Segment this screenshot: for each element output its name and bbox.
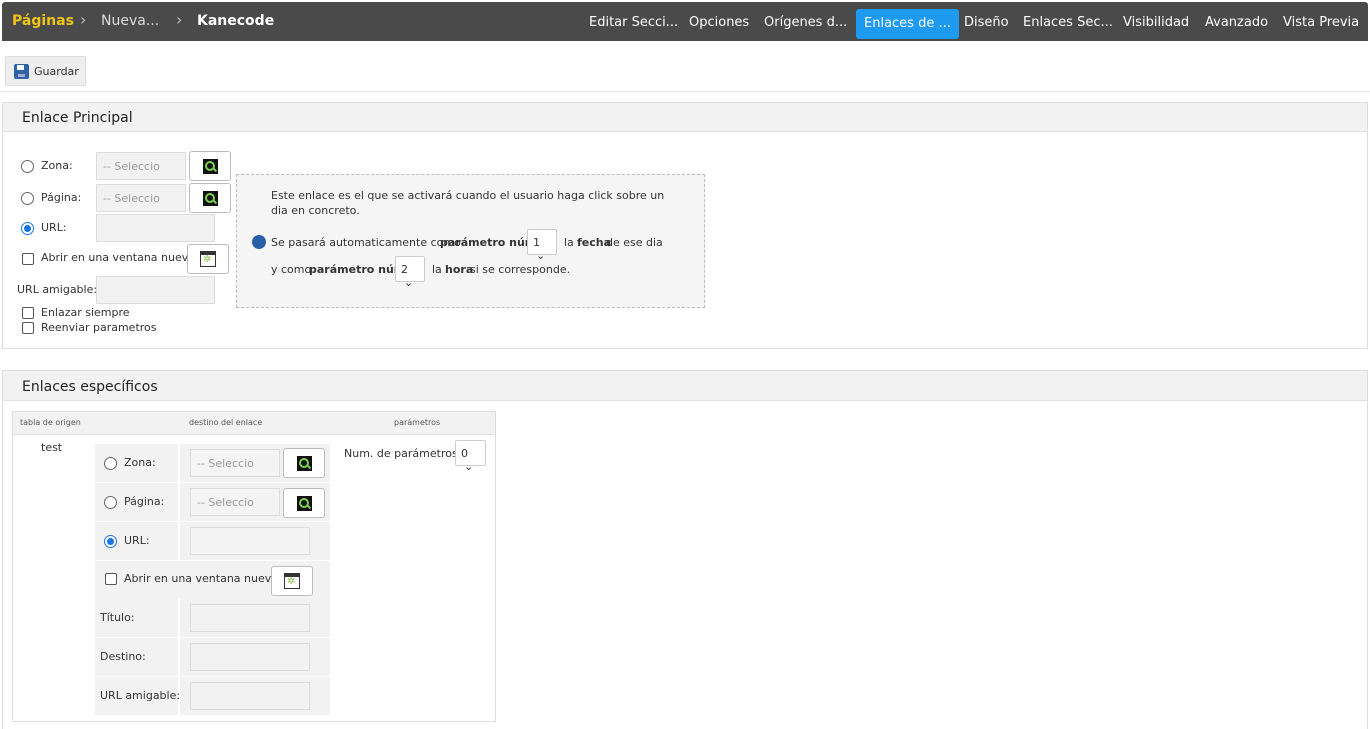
row-friendly-url-input[interactable] — [190, 682, 310, 710]
column-header-parameters: parámetros — [394, 418, 441, 427]
magnifier-icon — [203, 159, 218, 174]
param2-number-select[interactable]: 2 ⌄ — [395, 256, 425, 289]
param1-suffix: de ese dia — [606, 236, 663, 249]
row-pagina-label: Página: — [124, 495, 165, 508]
tab-editar-seccion[interactable]: Editar Secci... — [589, 15, 678, 30]
radio-url[interactable] — [21, 222, 34, 235]
tab-visibilidad[interactable]: Visibilidad — [1123, 15, 1189, 30]
num-params-select[interactable]: 0 ⌄ — [455, 440, 486, 473]
zona-select[interactable]: -- Seleccio — [96, 152, 186, 180]
breadcrumb-paginas[interactable]: Páginas — [12, 13, 74, 29]
floppy-disk-icon — [14, 64, 29, 79]
num-params-value: 0 — [461, 447, 468, 460]
row-radio-pagina[interactable] — [104, 496, 117, 509]
param2-number-value: 2 — [401, 263, 408, 276]
tab-opciones[interactable]: Opciones — [689, 15, 749, 30]
column-header-origin: tabla de origen — [20, 418, 81, 427]
radio-zona[interactable] — [21, 160, 34, 173]
save-button[interactable]: Guardar — [5, 56, 86, 86]
tab-enlaces-de[interactable]: Enlaces de ... — [856, 9, 959, 39]
friendly-url-input[interactable] — [96, 276, 215, 304]
breadcrumb-nueva[interactable]: Nueva... — [101, 13, 159, 29]
enlazar-siempre-label: Enlazar siempre — [41, 306, 130, 319]
param1-number-select[interactable]: 1 ⌄ — [527, 229, 557, 262]
row-new-window-label: Abrir en una ventana nueva. — [124, 572, 282, 585]
panel-title: Enlaces específicos — [22, 379, 158, 395]
row-new-window-checkbox[interactable] — [105, 573, 117, 585]
param1-prefix: Se pasará automaticamente como — [271, 236, 461, 249]
tab-origenes-datos[interactable]: Orígenes d... — [764, 15, 847, 30]
divider — [0, 91, 1370, 92]
pagina-search-button[interactable] — [189, 183, 231, 213]
row-destino-input[interactable] — [190, 643, 310, 671]
save-button-label: Guardar — [34, 65, 79, 78]
tab-diseno[interactable]: Diseño — [964, 15, 1009, 30]
row-destino-label: Destino: — [100, 650, 146, 663]
enlazar-siempre-checkbox[interactable] — [22, 307, 34, 319]
info-dot-icon — [252, 235, 266, 249]
param2-suffix: si se corresponde. — [470, 263, 571, 276]
row-url-input[interactable] — [190, 527, 310, 555]
row-pagina-select[interactable]: -- Seleccio — [190, 488, 280, 516]
top-navigation-bar: Páginas › Nueva... › Kanecode Editar Sec… — [2, 2, 1368, 41]
param1-after: la — [564, 236, 574, 249]
chevron-right-icon: › — [176, 10, 183, 29]
column-header-destination: destino del enlace — [189, 418, 263, 427]
friendly-url-label: URL amigable: — [17, 283, 98, 296]
panel-header: Enlaces específicos — [3, 371, 1367, 401]
panel-header: Enlace Principal — [3, 103, 1367, 132]
window-settings-icon — [284, 573, 300, 589]
zona-search-button[interactable] — [189, 151, 231, 181]
chevron-down-icon: ⌄ — [536, 249, 546, 262]
row-friendly-url-label: URL amigable: — [100, 689, 181, 702]
magnifier-icon — [297, 456, 312, 471]
row-radio-url[interactable] — [104, 535, 117, 548]
reenviar-parametros-checkbox[interactable] — [22, 322, 34, 334]
chevron-right-icon: › — [80, 10, 87, 29]
magnifier-icon — [203, 191, 218, 206]
row-radio-zona[interactable] — [104, 457, 117, 470]
radio-pagina[interactable] — [21, 192, 34, 205]
row-url-label: URL: — [124, 534, 150, 547]
origin-table-name: test — [41, 441, 63, 454]
row-zona-label: Zona: — [124, 456, 156, 469]
num-params-label: Num. de parámetros: — [344, 447, 462, 460]
row-new-window-config-button[interactable] — [271, 566, 313, 596]
row-pagina-search-button[interactable] — [283, 488, 325, 518]
chevron-down-icon: ⌄ — [464, 460, 474, 473]
url-input[interactable] — [96, 214, 215, 242]
magnifier-icon — [297, 496, 312, 511]
pagina-select[interactable]: -- Seleccio — [96, 184, 186, 212]
reenviar-parametros-label: Reenviar parametros — [41, 321, 157, 334]
zona-label: Zona: — [41, 159, 73, 172]
tab-enlaces-secundarios[interactable]: Enlaces Sec... — [1023, 15, 1113, 30]
new-window-checkbox[interactable] — [22, 253, 34, 265]
panel-title: Enlace Principal — [22, 110, 133, 126]
param1-number-value: 1 — [533, 236, 540, 249]
pagina-label: Página: — [41, 191, 82, 204]
row-zona-search-button[interactable] — [283, 448, 325, 478]
tab-vista-previa[interactable]: Vista Previa — [1283, 15, 1359, 30]
table-header: tabla de origen destino del enlace parám… — [13, 412, 495, 435]
new-window-label: Abrir en una ventana nueva. — [41, 251, 199, 264]
row-zona-select[interactable]: -- Seleccio — [190, 449, 280, 477]
url-label: URL: — [41, 221, 67, 234]
breadcrumb-kanecode: Kanecode — [197, 13, 275, 29]
row-titulo-input[interactable] — [190, 604, 310, 632]
info-text: Este enlace es el que se activará cuando… — [271, 189, 665, 217]
new-window-config-button[interactable] — [187, 244, 229, 274]
chevron-down-icon: ⌄ — [404, 276, 414, 289]
param2-after: la — [432, 263, 442, 276]
window-settings-icon — [200, 251, 216, 267]
param2-bold2: hora — [445, 263, 474, 276]
tab-avanzado[interactable]: Avanzado — [1205, 15, 1268, 30]
param1-bold: parámetro núm. — [440, 236, 541, 249]
param2-prefix: y como — [271, 263, 312, 276]
row-titulo-label: Título: — [100, 611, 135, 624]
